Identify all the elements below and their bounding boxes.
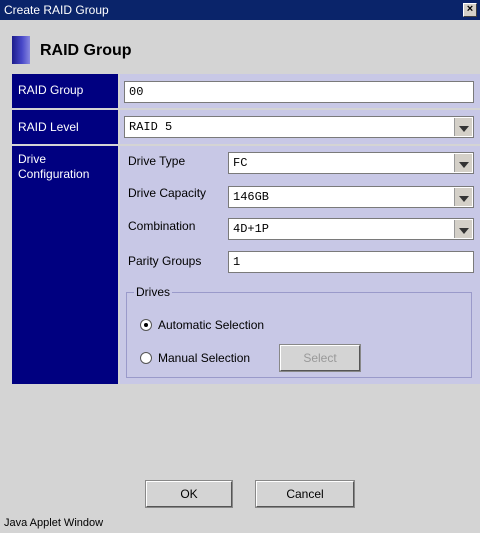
close-icon[interactable]: ×	[463, 3, 477, 17]
drive-config-label: Drive Configuration	[12, 146, 118, 384]
drives-legend: Drives	[134, 285, 173, 299]
manual-selection-radio[interactable]	[140, 352, 152, 364]
drive-type-select[interactable]: FC	[228, 152, 474, 174]
parity-groups-label: Parity Groups	[128, 254, 202, 268]
header-icon	[12, 36, 30, 64]
automatic-selection-label[interactable]: Automatic Selection	[158, 318, 264, 332]
raid-group-label: RAID Group	[12, 74, 118, 108]
drive-type-label: Drive Type	[128, 154, 186, 168]
manual-selection-label[interactable]: Manual Selection	[158, 351, 250, 365]
page-title: RAID Group	[40, 42, 132, 59]
select-button[interactable]: Select	[279, 344, 361, 372]
combination-value: 4D+1P	[233, 222, 270, 236]
parity-groups-input[interactable]: 1	[228, 251, 474, 273]
drive-config-label-line1: Drive	[18, 152, 47, 166]
drive-capacity-label: Drive Capacity	[128, 186, 207, 200]
ok-button[interactable]: OK	[145, 480, 233, 508]
drive-type-value: FC	[233, 156, 248, 170]
chevron-down-icon[interactable]	[454, 220, 472, 238]
cancel-button[interactable]: Cancel	[255, 480, 355, 508]
title-bar: Create RAID Group ×	[0, 0, 480, 20]
chevron-down-icon[interactable]	[454, 118, 472, 136]
drive-capacity-select[interactable]: 146GB	[228, 186, 474, 208]
raid-level-label: RAID Level	[12, 110, 118, 144]
chevron-down-icon[interactable]	[454, 188, 472, 206]
window-title: Create RAID Group	[4, 3, 109, 17]
drive-capacity-value: 146GB	[233, 190, 270, 204]
combination-select[interactable]: 4D+1P	[228, 218, 474, 240]
automatic-selection-radio[interactable]	[140, 319, 152, 331]
raid-group-input[interactable]: 00	[124, 81, 474, 103]
drive-config-label-line2: Configuration	[18, 167, 90, 181]
raid-level-value: RAID 5	[129, 120, 173, 134]
applet-window-footer: Java Applet Window	[4, 517, 104, 529]
raid-level-select[interactable]: RAID 5	[124, 116, 474, 138]
chevron-down-icon[interactable]	[454, 154, 472, 172]
combination-label: Combination	[128, 219, 196, 233]
